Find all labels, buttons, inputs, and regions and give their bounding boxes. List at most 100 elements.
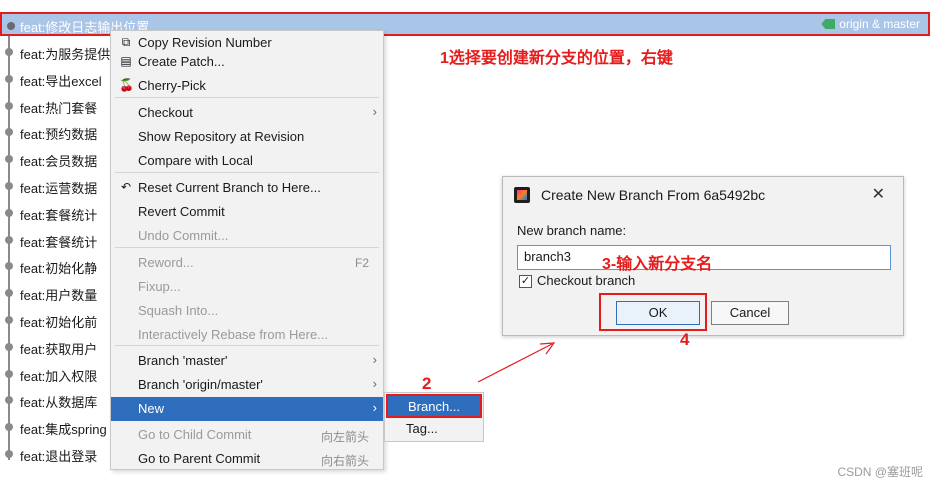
menu-item-shortcut: 向左箭头 [320, 430, 369, 444]
menu-item-revert-commit[interactable]: Revert Commit [111, 200, 383, 224]
chevron-right-icon: › [372, 352, 377, 367]
commit-node-icon [5, 155, 13, 164]
submenu-branch-label: Branch... [408, 399, 461, 414]
annotation-step1: 1选择要创建新分支的位置，右键 [440, 50, 673, 67]
commit-node-icon [5, 74, 13, 83]
tag-icon [821, 19, 836, 29]
checkout-checkbox[interactable]: ✓ [519, 275, 532, 288]
commit-message: feat:获取用户 [20, 341, 98, 357]
menu-item-label: Cherry-Pick [138, 78, 206, 93]
commit-node-icon [5, 235, 13, 244]
menu-item-new[interactable]: New › [111, 397, 383, 421]
menu-item-interactively-rebase-from-here[interactable]: Interactively Rebase from Here... [111, 323, 383, 347]
commit-node-icon [5, 182, 13, 190]
commit-message: feat:会员数据 [20, 154, 98, 170]
commit-node-icon [5, 289, 13, 298]
menu-item-undo-commit[interactable]: Undo Commit... [111, 224, 383, 248]
undo-icon: ↶ [120, 180, 132, 194]
menu-item-label: Go to Child Commit [138, 427, 252, 442]
menu-item-label: Reset Current Branch to Here... [138, 180, 321, 195]
chevron-right-icon: › [372, 104, 377, 119]
cancel-button[interactable]: Cancel [711, 301, 789, 325]
commit-node-icon [5, 342, 13, 351]
menu-item-fixup[interactable]: Fixup... [111, 275, 383, 299]
menu-item-label: Branch 'master' [138, 353, 228, 368]
menu-item-checkout[interactable]: Checkout › [111, 101, 383, 125]
menu-item-label: Squash Into... [138, 303, 219, 318]
menu-item-shortcut: 向右箭头 [320, 454, 369, 468]
menu-item-shortcut: F2 [354, 256, 369, 270]
commit-message: feat:退出登录 [20, 449, 98, 464]
commit-message: feat:套餐统计 [20, 234, 98, 250]
commit-node-icon [5, 396, 13, 405]
annotation-step2: 2 [422, 374, 432, 393]
menu-item-label: Revert Commit [138, 204, 225, 219]
commit-node-icon [5, 101, 13, 110]
context-menu: ⧉ Copy Revision Number ▤ Create Patch... 🍒 Ch… [110, 30, 384, 470]
commit-message: feat:从数据库 [20, 395, 98, 411]
menu-item-show-repository-at-revision[interactable]: Show Repository at Revision [111, 125, 383, 149]
menu-item-reset-current-branch-to-here[interactable]: ↶ Reset Current Branch to Here... [111, 176, 383, 200]
commit-message: feat:初始化静 [20, 261, 98, 277]
menu-item-branch-master[interactable]: Branch 'master' › [111, 349, 383, 373]
menu-item-create-patch[interactable]: ▤ Create Patch... [111, 50, 383, 74]
menu-item-reword[interactable]: Reword... F2 [111, 251, 383, 275]
commit-node-icon [7, 22, 15, 30]
commit-node-icon [5, 208, 13, 217]
commit-node-icon [5, 262, 13, 271]
commit-node-icon [5, 369, 13, 378]
menu-item-go-to-parent-commit[interactable]: Go to Parent Commit 向右箭头 [111, 447, 383, 471]
commit-message: feat:套餐统计 [20, 207, 98, 223]
dialog-title: Create New Branch From 6a5492bc [541, 187, 766, 203]
menu-item-branch-origin-master[interactable]: Branch 'origin/master' › [111, 373, 383, 397]
menu-item-squash-into[interactable]: Squash Into... [111, 299, 383, 323]
menu-item-go-to-child-commit[interactable]: Go to Child Commit 向左箭头 [111, 423, 383, 447]
menu-item-label: Branch 'origin/master' [138, 377, 263, 392]
commit-message: feat:导出excel [20, 73, 102, 89]
branch-name-label: New branch name: [517, 223, 627, 238]
submenu-tag-item[interactable]: Tag... [406, 421, 438, 436]
new-submenu: Branch... Tag... [384, 392, 484, 442]
menu-item-compare-with-local[interactable]: Compare with Local [111, 149, 383, 173]
menu-item-label: Fixup... [138, 279, 181, 294]
commit-message: feat:集成spring [20, 422, 107, 438]
menu-item-label: Copy Revision Number [138, 35, 272, 50]
annotation-step4: 4 [680, 330, 690, 349]
menu-item-label: Reword... [138, 255, 194, 270]
close-icon[interactable]: ✕ [872, 184, 885, 204]
commit-node-icon [5, 450, 13, 458]
intellij-app-icon [514, 187, 530, 203]
submenu-branch-item[interactable]: Branch... [386, 394, 482, 418]
cherry-icon: 🍒 [119, 78, 134, 92]
menu-item-label: Interactively Rebase from Here... [138, 327, 329, 342]
ok-button[interactable]: OK [616, 301, 700, 325]
commit-node-icon [5, 128, 13, 137]
menu-item-label: Show Repository at Revision [138, 129, 305, 144]
annotation-arrow [477, 342, 556, 383]
annotation-step3: 3-输入新分支名 [602, 256, 713, 273]
menu-item-label: New [138, 401, 165, 416]
commit-message: feat:预约数据 [20, 127, 98, 143]
watermark: CSDN @塞班呢 [837, 465, 923, 479]
checkout-branch-label[interactable]: Checkout branch [537, 273, 635, 288]
commit-message: feat:用户数量 [20, 288, 98, 304]
commit-node-icon [5, 316, 13, 324]
commit-message: feat:运营数据 [20, 181, 98, 196]
chevron-right-icon: › [372, 376, 377, 391]
menu-item-cherry-pick[interactable]: 🍒 Cherry-Pick [111, 74, 383, 98]
commit-node-icon [5, 48, 13, 56]
branch-refs: origin & master [821, 17, 920, 31]
commit-node-icon [5, 423, 13, 432]
commit-message: feat:热门套餐 [20, 100, 98, 116]
menu-item-label: Go to Parent Commit [138, 451, 261, 466]
menu-item-label: Create Patch... [138, 54, 225, 69]
commit-message: feat:初始化前 [20, 315, 98, 330]
chevron-right-icon: › [372, 400, 377, 415]
menu-item-label: Compare with Local [138, 153, 253, 168]
menu-item-label: Undo Commit... [138, 228, 229, 243]
menu-item-label: Checkout [138, 105, 193, 120]
patch-icon: ▤ [120, 54, 132, 68]
copy-icon: ⧉ [121, 35, 131, 49]
branch-refs-text: origin & master [839, 17, 920, 31]
commit-message: feat:为服务提供 [20, 47, 111, 62]
